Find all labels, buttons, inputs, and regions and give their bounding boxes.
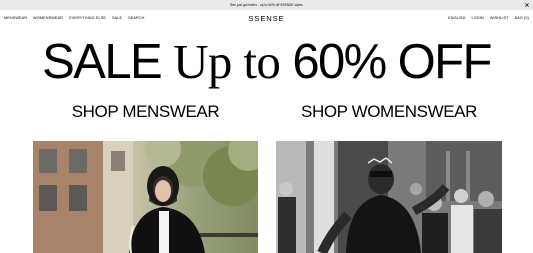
announcement-banner: See just got better - up to 60% off SSEN… [0, 0, 533, 10]
nav-wishlist[interactable]: WISHLIST [490, 16, 509, 20]
menswear-photo[interactable] [33, 141, 258, 253]
nav-search[interactable]: SEARCH [128, 16, 144, 20]
shop-menswear-link[interactable]: SHOP MENSWEAR [33, 102, 258, 122]
hero-upto-text: Up to [173, 34, 281, 89]
account-nav: ENGLISH LOGIN WISHLIST BAG (0) [442, 10, 529, 26]
site-header: MENSWEAR WOMENSWEAR EVERYTHING ELSE SALE… [0, 10, 533, 26]
banner-text: See just got better - up to 60% off SSEN… [230, 3, 303, 7]
hero-percent-text: 60% OFF [292, 35, 492, 89]
nav-sale[interactable]: SALE [112, 16, 122, 20]
close-icon[interactable] [523, 0, 530, 10]
hero-sale-text: SALE [42, 35, 163, 89]
shop-womenswear-link[interactable]: SHOP WOMENSWEAR [276, 102, 502, 122]
nav-womenswear[interactable]: WOMENSWEAR [33, 16, 63, 20]
hero-headline: SALE Up to 60% OFF [0, 34, 533, 89]
nav-login[interactable]: LOGIN [472, 16, 484, 20]
site-logo[interactable]: SSENSE [248, 14, 284, 23]
primary-nav: MENSWEAR WOMENSWEAR EVERYTHING ELSE SALE… [4, 10, 151, 26]
nav-language[interactable]: ENGLISH [448, 16, 465, 20]
womenswear-photo[interactable] [276, 141, 502, 253]
nav-everything-else[interactable]: EVERYTHING ELSE [69, 16, 106, 20]
nav-bag[interactable]: BAG (0) [515, 16, 529, 20]
nav-menswear[interactable]: MENSWEAR [4, 16, 27, 20]
